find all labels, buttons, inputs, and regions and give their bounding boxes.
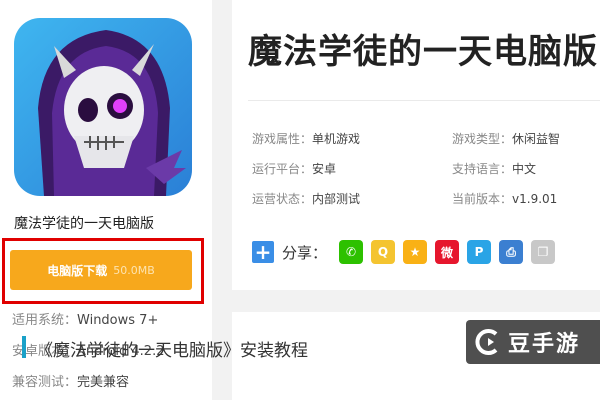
attr-value: v1.9.01 [512, 192, 558, 206]
wechat-icon[interactable]: ✆ [339, 240, 364, 264]
info-key: 适用系统： [12, 313, 78, 328]
download-size: 50.0MB [113, 263, 155, 277]
attr-value: 内部测试 [312, 192, 361, 206]
share-plus-icon[interactable]: + [252, 240, 274, 264]
info-value: 完美兼容 [77, 375, 130, 390]
weibo-icon[interactable]: 微 [435, 240, 460, 264]
info-value: Windows 7+ [77, 313, 159, 328]
qzone-icon[interactable]: ★ [403, 240, 428, 264]
info-row-system: 适用系统：Windows 7+ [12, 309, 158, 328]
watermark-text: 豆手游 [508, 332, 581, 357]
attr-key: 运营状态： [252, 192, 313, 206]
attr-platform: 运行平台：安卓 [252, 160, 336, 177]
attr-key: 运行平台： [252, 162, 313, 176]
attr-key: 游戏属性： [252, 132, 313, 146]
attr-game-attribute: 游戏属性：单机游戏 [252, 130, 360, 147]
share-label: 分享： [282, 243, 328, 262]
divider [248, 100, 600, 101]
print-icon[interactable]: ⎙ [499, 240, 524, 264]
attr-value[interactable]: 单机游戏 [312, 132, 360, 146]
attr-game-type: 游戏类型：休闲益智 [452, 130, 560, 147]
share-bar: + 分享： ✆ Q ★ 微 P ⎙ ❐ [252, 238, 556, 266]
qq-icon[interactable]: Q [371, 240, 396, 264]
pc-download-button[interactable]: 电脑版下载 50.0MB [10, 250, 192, 290]
info-row-compat: 兼容测试：完美兼容 [12, 371, 129, 390]
info-key: 兼容测试： [12, 375, 78, 390]
attr-version: 当前版本：v1.9.01 [452, 190, 557, 207]
attr-value: 安卓 [312, 162, 337, 176]
share-icons: ✆ Q ★ 微 P ⎙ ❐ [339, 240, 556, 264]
watermark-logo-icon [475, 329, 498, 355]
attr-key: 游戏类型： [452, 132, 513, 146]
page-title: 魔法学徒的一天电脑版 [248, 32, 598, 72]
guide-accent-bar [22, 336, 26, 358]
attr-value: 中文 [512, 162, 537, 176]
tencent-weibo-icon[interactable]: P [467, 240, 492, 264]
guide-title[interactable]: 《魔法学徒的一天电脑版》安装教程 [36, 336, 308, 361]
game-app-icon[interactable] [14, 18, 192, 196]
attr-language: 支持语言：中文 [452, 160, 536, 177]
site-watermark: 豆手游 [466, 320, 600, 364]
attr-value[interactable]: 休闲益智 [512, 132, 560, 146]
attr-status: 运营状态：内部测试 [252, 190, 360, 207]
game-info-card: 魔法学徒的一天电脑版 游戏属性：单机游戏 游戏类型：休闲益智 运行平台：安卓 支… [232, 0, 600, 290]
download-label: 电脑版下载 [47, 263, 108, 278]
app-name: 魔法学徒的一天电脑版 [14, 216, 154, 232]
attr-key: 支持语言： [452, 162, 513, 176]
copy-icon[interactable]: ❐ [531, 240, 556, 264]
attr-key: 当前版本： [452, 192, 513, 206]
